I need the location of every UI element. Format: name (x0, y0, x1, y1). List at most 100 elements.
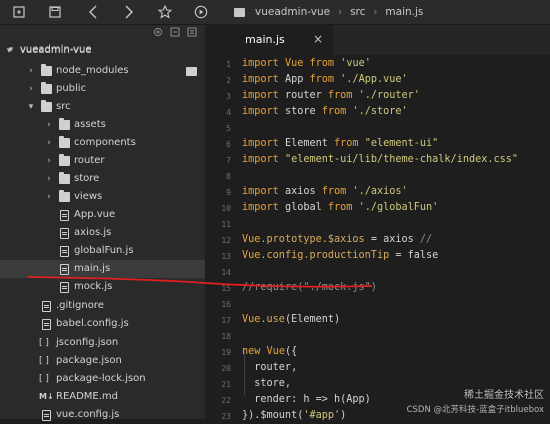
folder-icon (41, 82, 52, 94)
tree-item-label: globalFun.js (74, 245, 134, 256)
tree-item-axios-js[interactable]: axios.js (0, 224, 205, 242)
tree-item-label: public (56, 83, 87, 94)
tree-item-mock-js[interactable]: mock.js (0, 278, 205, 296)
line-number-gutter: 1 2 3 4 5 6 7 8 9 10 11 12 13 14 15 16 1… (205, 55, 235, 421)
line-number: 16 (221, 300, 231, 309)
toolbar: vueadmin-vue › src › main.js (0, 0, 550, 25)
collapse-all-icon[interactable] (170, 27, 180, 37)
code-line: Vue.use(Element) (242, 314, 341, 325)
tree-item-components[interactable]: › components (0, 134, 205, 152)
file-icon[interactable] (8, 0, 30, 24)
line-number: 6 (226, 140, 231, 149)
tree-item-assets[interactable]: › assets (0, 116, 205, 134)
tree-item-label: store (74, 173, 100, 184)
code-line: }).$mount('#app') (242, 410, 347, 421)
tree-item-src[interactable]: ▾ src (0, 98, 205, 116)
tree-item-public[interactable]: › public (0, 80, 205, 98)
explorer-header (0, 25, 205, 41)
line-number: 8 (226, 172, 231, 181)
tree-item-label: README.md (56, 391, 119, 402)
tree-item-globalfun-js[interactable]: globalFun.js (0, 242, 205, 260)
back-icon[interactable] (82, 0, 104, 24)
tree-item-label: babel.config.js (56, 318, 129, 329)
watermark-credit: CSDN @北芳科技-蓝盒子itbluebox (406, 405, 544, 415)
code-line: import router from './router' (242, 90, 420, 101)
tab-main-js[interactable]: main.js × (205, 25, 333, 55)
chevron-right-icon: › (47, 120, 51, 130)
file-icon (60, 264, 69, 275)
line-number: 12 (221, 236, 231, 245)
tree-item-vue-config[interactable]: vue.config.js (0, 406, 205, 424)
tree-item-label: vue.config.js (56, 409, 120, 420)
save-icon[interactable] (44, 0, 66, 24)
forward-icon[interactable] (118, 0, 140, 24)
file-icon (60, 282, 69, 293)
tree-item-main-js[interactable]: main.js (0, 260, 205, 278)
file-icon (42, 410, 51, 421)
play-icon[interactable] (190, 0, 212, 24)
line-number: 7 (226, 156, 231, 165)
line-number: 19 (221, 348, 231, 357)
json-icon: [ ] (39, 374, 49, 384)
json-icon: [ ] (39, 356, 49, 366)
file-icon (42, 319, 51, 330)
tree-item-label: components (74, 137, 136, 148)
chevron-right-icon: › (47, 174, 51, 184)
breadcrumb-item-file[interactable]: main.js (385, 6, 423, 18)
tree-root-label: vueadmin-vue (20, 44, 92, 55)
folder-icon (41, 64, 52, 76)
markdown-icon: M↓ (39, 392, 54, 401)
file-icon (42, 301, 51, 312)
code-line: //require("./mock.js") (242, 282, 377, 293)
tree-item-node-modules[interactable]: › node_modules (0, 62, 205, 80)
json-icon: [ ] (39, 338, 49, 348)
code-editor[interactable]: 1 2 3 4 5 6 7 8 9 10 11 12 13 14 15 16 1… (205, 55, 550, 421)
code-line: store, (242, 378, 292, 389)
tree-item-label: axios.js (74, 227, 112, 238)
line-number: 9 (226, 188, 231, 197)
tree-item-label: src (56, 101, 71, 112)
code-line: render: h => h(App) (242, 394, 371, 405)
line-number: 3 (226, 92, 231, 101)
tree-item-label: views (74, 191, 103, 202)
folder-icon (59, 136, 70, 148)
line-number: 17 (221, 316, 231, 325)
tree-item-router[interactable]: › router (0, 152, 205, 170)
folder-icon (186, 67, 197, 76)
chevron-right-icon: › (29, 84, 33, 94)
tree-item-package-lock[interactable]: [ ] package-lock.json (0, 370, 205, 388)
line-number: 18 (221, 332, 231, 341)
chevron-right-icon: › (29, 66, 33, 76)
breadcrumb-item-src[interactable]: src (350, 6, 365, 18)
tree-item-label: router (74, 155, 105, 166)
tree-item-babel-config[interactable]: babel.config.js (0, 315, 205, 333)
chevron-right-icon: › (47, 138, 51, 148)
tree-item-package-json[interactable]: [ ] package.json (0, 352, 205, 370)
tree-item-label: jsconfig.json (56, 337, 119, 348)
tree-item-jsconfig[interactable]: [ ] jsconfig.json (0, 334, 205, 352)
tree-item-gitignore[interactable]: .gitignore (0, 297, 205, 315)
tree-root-row[interactable]: ▾ vueadmin-vue (0, 41, 205, 59)
tree-item-readme[interactable]: M↓ README.md (0, 388, 205, 406)
breadcrumb-item-root[interactable]: vueadmin-vue (255, 6, 330, 18)
tree-item-views[interactable]: › views (0, 188, 205, 206)
tree-item-app-vue[interactable]: App.vue (0, 206, 205, 224)
line-number: 14 (221, 268, 231, 277)
folder-icon (59, 118, 70, 130)
tab-bar: main.js × (205, 25, 550, 55)
menu-icon[interactable] (187, 27, 197, 37)
line-number: 22 (221, 396, 231, 405)
code-line: import store from './store' (242, 106, 408, 117)
line-number: 23 (221, 412, 231, 421)
close-icon[interactable]: × (313, 32, 323, 46)
tree-item-store[interactable]: › store (0, 170, 205, 188)
line-number: 10 (221, 204, 231, 213)
refresh-icon[interactable] (153, 27, 163, 37)
code-line: import App from './App.vue' (242, 74, 408, 85)
code-line: import Element from "element-ui" (242, 138, 439, 149)
tab-label: main.js (245, 33, 285, 46)
code-line: Vue.config.productionTip = false (242, 250, 439, 261)
chevron-right-icon: › (47, 192, 51, 202)
star-icon[interactable] (154, 0, 176, 24)
code-line: Vue.prototype.$axios = axios // (242, 234, 433, 245)
